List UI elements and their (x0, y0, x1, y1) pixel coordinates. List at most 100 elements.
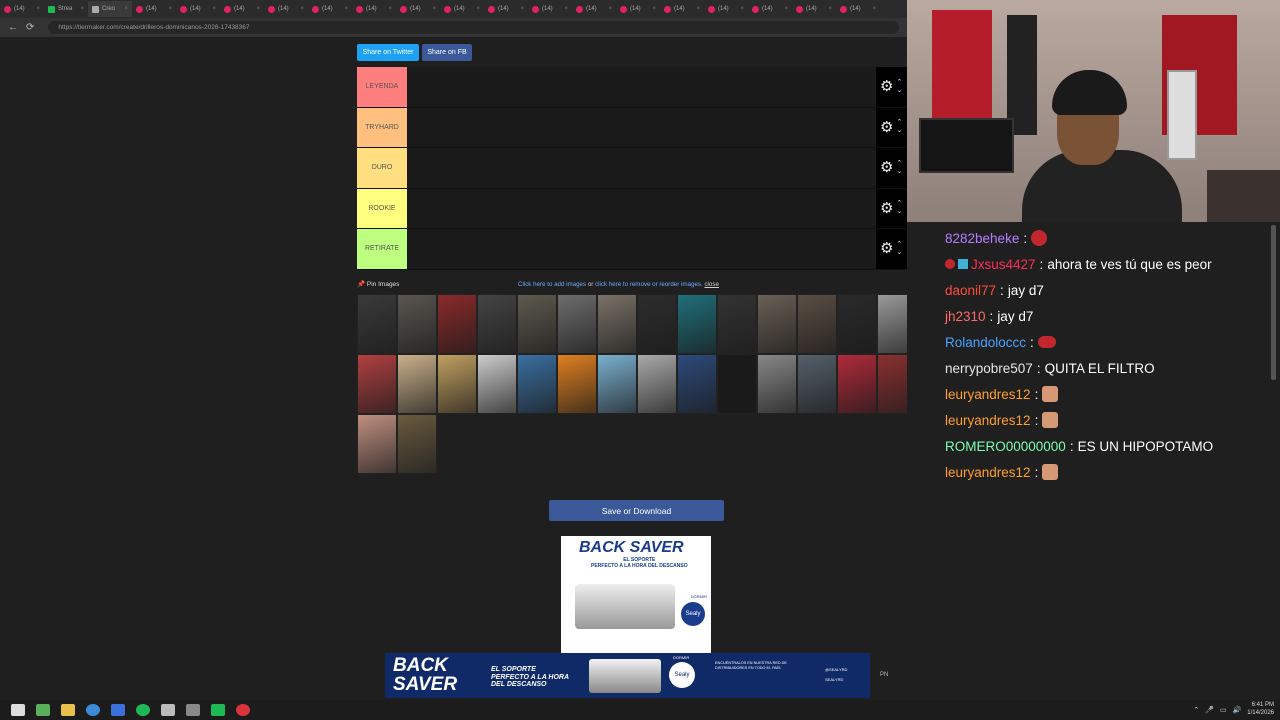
tab-close-icon[interactable]: × (784, 6, 788, 12)
tier-drop-zone[interactable] (407, 188, 876, 228)
pool-image[interactable] (477, 354, 517, 414)
chat-username[interactable]: Jxsus4427 (971, 257, 1036, 272)
terminal-icon[interactable] (186, 704, 200, 716)
tier-label[interactable]: DURO (357, 148, 407, 188)
browser-tab[interactable]: (14) × (704, 1, 748, 17)
chrome-red-icon[interactable] (236, 704, 250, 716)
browser-tab[interactable]: (14) × (616, 1, 660, 17)
pool-image[interactable] (757, 354, 797, 414)
chat-username[interactable]: leuryandres12 (945, 465, 1031, 480)
pool-image[interactable] (477, 294, 517, 354)
pool-image[interactable] (357, 294, 397, 354)
pin-images-toggle[interactable]: 📌 Pin Images (357, 280, 399, 288)
mic-icon[interactable]: 🎤 (1205, 706, 1214, 714)
task-view-icon[interactable] (36, 704, 50, 716)
pool-image[interactable] (637, 294, 677, 354)
tab-close-icon[interactable]: × (80, 6, 84, 12)
tab-close-icon[interactable]: × (872, 6, 876, 12)
tab-close-icon[interactable]: × (432, 6, 436, 12)
browser-tab[interactable]: (14) × (264, 1, 308, 17)
tier-label[interactable]: TRYHARD (357, 107, 407, 147)
pool-image[interactable] (517, 354, 557, 414)
chevron-up-icon[interactable]: ⌃ (1193, 706, 1199, 714)
browser-tab[interactable]: (14) × (176, 1, 220, 17)
tier-label[interactable]: ROOKIE (357, 188, 407, 228)
tab-close-icon[interactable]: × (476, 6, 480, 12)
browser-tab[interactable]: (14) × (484, 1, 528, 17)
tier-label[interactable]: LEYENDA (357, 67, 407, 107)
chat-username[interactable]: daonil77 (945, 283, 996, 298)
move-up-icon[interactable]: ⌃ (896, 200, 902, 208)
browser-tab[interactable]: (14) × (792, 1, 836, 17)
save-download-button[interactable]: Save or Download (549, 500, 724, 521)
tab-close-icon[interactable]: × (168, 6, 172, 12)
pool-image[interactable] (597, 294, 637, 354)
app-icon[interactable] (111, 704, 125, 716)
tab-close-icon[interactable]: × (300, 6, 304, 12)
chat-username[interactable]: 8282beheke (945, 231, 1019, 246)
chat-scrollbar[interactable] (1271, 225, 1276, 380)
reload-icon[interactable]: ⟳ (26, 22, 34, 33)
network-icon[interactable]: ▭ (1220, 706, 1227, 714)
start-icon[interactable] (11, 704, 25, 716)
move-up-icon[interactable]: ⌃ (896, 241, 902, 249)
tab-close-icon[interactable]: × (256, 6, 260, 12)
pool-image[interactable] (837, 354, 877, 414)
spotify-icon[interactable] (136, 704, 150, 716)
pool-image[interactable] (437, 354, 477, 414)
tier-drop-zone[interactable] (407, 67, 876, 107)
pool-image[interactable] (517, 294, 557, 354)
tab-close-icon[interactable]: × (388, 6, 392, 12)
pool-image[interactable] (397, 354, 437, 414)
tab-close-icon[interactable]: × (36, 6, 40, 12)
ad-box[interactable]: BACK SAVER EL SOPORTE PERFECTO A LA HORA … (561, 536, 711, 653)
pool-image[interactable] (557, 294, 597, 354)
url-field[interactable]: https://tiermaker.com/create/drilleros-d… (48, 21, 899, 34)
chrome-icon[interactable] (86, 704, 100, 716)
move-up-icon[interactable]: ⌃ (896, 79, 902, 87)
pool-image[interactable] (637, 354, 677, 414)
browser-tab[interactable]: (14) × (660, 1, 704, 17)
browser-tab[interactable]: (14) × (220, 1, 264, 17)
browser-tab[interactable]: (14) × (308, 1, 352, 17)
tab-close-icon[interactable]: × (564, 6, 568, 12)
pool-image[interactable] (797, 354, 837, 414)
pool-image[interactable] (677, 294, 717, 354)
tier-drop-zone[interactable] (407, 229, 876, 269)
browser-tab[interactable]: (14) × (440, 1, 484, 17)
browser-tab[interactable]: (14) × (352, 1, 396, 17)
pool-image[interactable] (877, 294, 907, 354)
tab-close-icon[interactable]: × (828, 6, 832, 12)
chat-username[interactable]: leuryandres12 (945, 413, 1031, 428)
back-icon[interactable]: ← (8, 22, 18, 33)
chat-username[interactable]: Rolandoloccc (945, 335, 1026, 350)
green-app-icon[interactable] (211, 704, 225, 716)
chat-username[interactable]: leuryandres12 (945, 387, 1031, 402)
move-down-icon[interactable]: ⌄ (896, 208, 902, 216)
pool-image[interactable] (797, 294, 837, 354)
move-down-icon[interactable]: ⌄ (896, 249, 902, 257)
tab-close-icon[interactable]: × (652, 6, 656, 12)
browser-tab[interactable]: (14) × (396, 1, 440, 17)
chat-username[interactable]: jh2310 (945, 309, 986, 324)
pool-image[interactable] (877, 354, 907, 414)
pool-image[interactable] (717, 294, 757, 354)
share-twitter-button[interactable]: Share on Twitter (357, 44, 419, 61)
pool-image[interactable] (437, 294, 477, 354)
gear-icon[interactable]: ⚙ (880, 79, 893, 94)
pool-image[interactable] (837, 294, 877, 354)
move-down-icon[interactable]: ⌄ (896, 168, 902, 176)
gear-icon[interactable]: ⚙ (880, 160, 893, 175)
browser-tab[interactable]: (14) × (836, 1, 880, 17)
volume-icon[interactable]: 🔊 (1233, 706, 1242, 714)
pool-image[interactable] (717, 354, 757, 414)
pool-image[interactable] (677, 354, 717, 414)
pool-image[interactable] (397, 294, 437, 354)
gear-icon[interactable]: ⚙ (880, 120, 893, 135)
close-hint-link[interactable]: close (704, 281, 718, 288)
gear-icon[interactable]: ⚙ (880, 241, 893, 256)
browser-tab[interactable]: Creo × (88, 1, 132, 17)
move-up-icon[interactable]: ⌃ (896, 160, 902, 168)
tab-close-icon[interactable]: × (344, 6, 348, 12)
move-up-icon[interactable]: ⌃ (896, 119, 902, 127)
